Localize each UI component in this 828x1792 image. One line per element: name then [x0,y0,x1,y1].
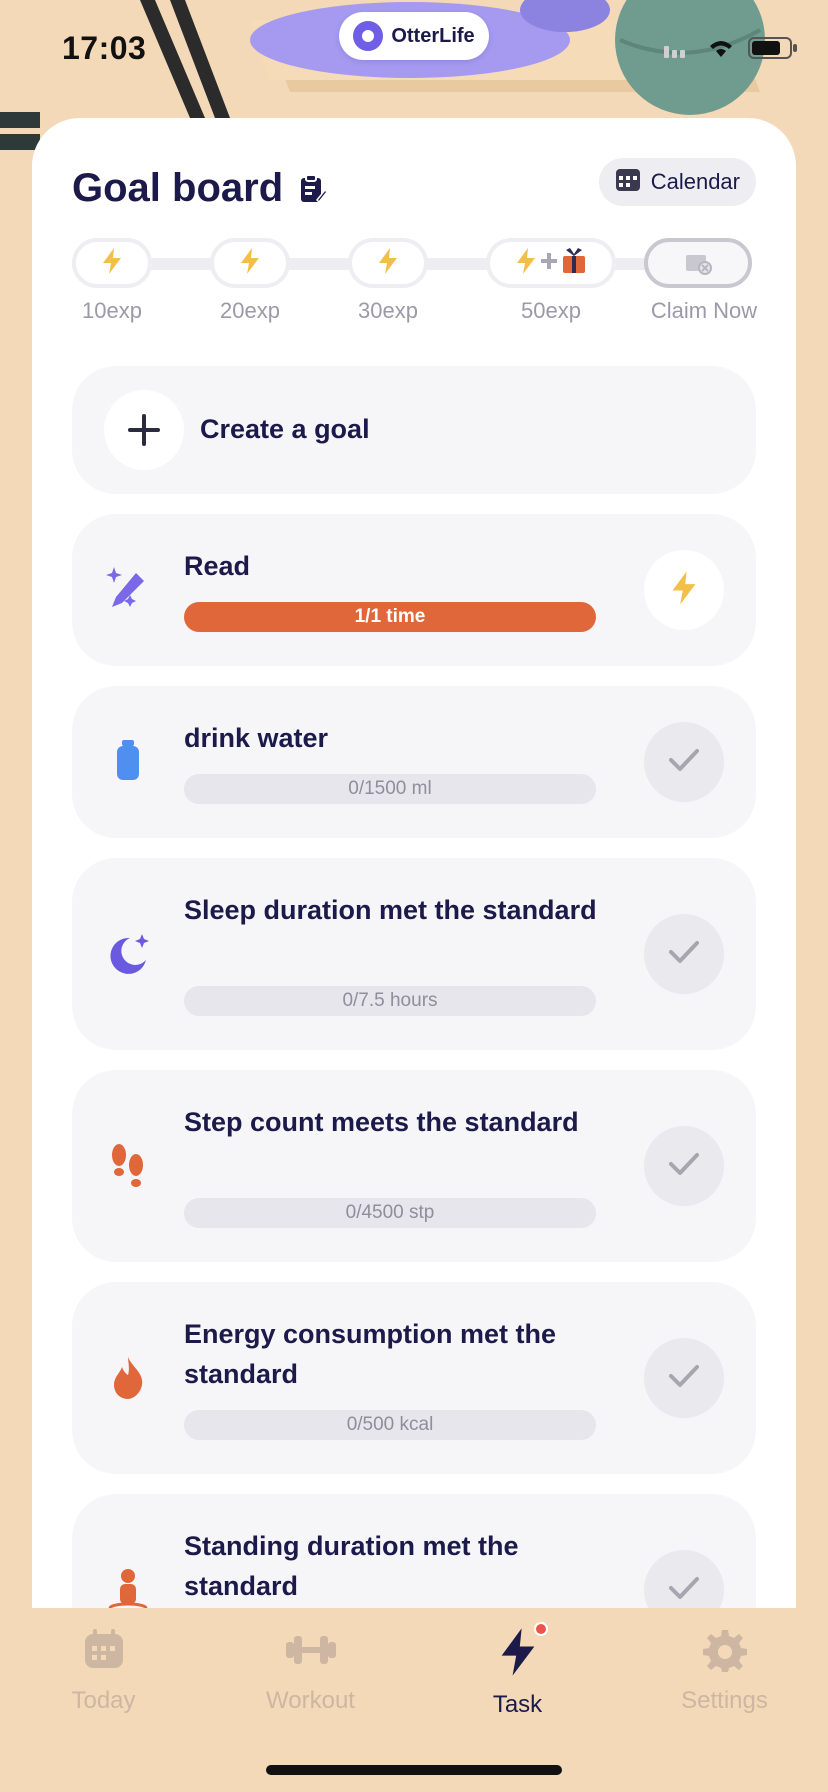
lightning-icon [498,1622,548,1681]
water-bottle-icon [104,736,152,784]
goal-progress-bar: 0/1500 ml [184,774,596,804]
gear-icon [702,1628,747,1677]
goal-progress-bar: 0/500 kcal [184,1410,596,1440]
tab-label: Settings [681,1687,768,1714]
goal-title: Step count meets the standard [184,1107,579,1137]
check-button[interactable] [644,722,724,802]
tab-today[interactable]: Today [0,1628,207,1715]
goal-progress-text: 1/1 time [354,606,426,627]
goal-title: Energy consumption met the standard [184,1319,557,1389]
milestone-30exp [348,238,428,288]
goal-board-header: Goal board Calendar [72,158,756,218]
otter-logo-icon [353,21,384,51]
brand-pill: OtterLife [339,12,489,60]
home-indicator [266,1765,562,1775]
page-title: Goal board [72,165,284,210]
check-button[interactable] [644,1126,724,1206]
milestone-label: 30exp [358,298,418,323]
flame-icon [104,1354,152,1402]
lightning-icon [377,247,399,279]
lightning-icon [239,247,261,279]
tab-label: Workout [266,1687,355,1714]
tab-task[interactable]: Task [414,1622,621,1719]
claim-now-button[interactable] [644,238,752,288]
moon-icon [104,930,152,978]
goal-card-standing[interactable]: Standing duration met the standard [72,1494,756,1608]
goal-card-sleep[interactable]: Sleep duration met the standard 0/7.5 ho… [72,858,756,1050]
calendar-button[interactable]: Calendar [598,158,756,206]
magic-pen-icon [104,564,152,612]
status-icons [664,36,798,65]
standing-person-icon [104,1566,152,1608]
goal-progress-text: 0/1500 ml [348,778,432,799]
goal-progress-bar: 1/1 time [184,602,596,632]
goal-card-energy[interactable]: Energy consumption met the standard 0/50… [72,1282,756,1474]
checkmark-icon [669,940,699,969]
calendar-icon [82,1628,126,1677]
tab-settings[interactable]: Settings [621,1628,828,1715]
goal-progress-bar: 0/4500 stp [184,1198,596,1228]
milestone-label: 10exp [82,298,142,323]
checkmark-icon [669,1364,699,1393]
calendar-label: Calendar [650,169,740,194]
milestone-10exp [72,238,152,288]
footprints-icon [104,1142,152,1190]
milestone-label: 20exp [220,298,280,323]
goal-title: drink water [184,723,329,753]
check-button[interactable] [644,1338,724,1418]
gift-box-icon [561,247,587,279]
gift-locked-icon [683,246,713,281]
milestone-50exp [486,238,616,288]
create-goal-label: Create a goal [200,414,370,444]
wifi-icon [706,37,736,64]
goal-card-drink-water[interactable]: drink water 0/1500 ml [72,686,756,838]
tab-workout[interactable]: Workout [207,1628,414,1715]
tab-label: Task [492,1691,543,1718]
brand-name: OtterLife [391,24,475,47]
goal-card-read[interactable]: Read 1/1 time [72,514,756,666]
plus-icon [104,390,184,470]
exp-tracker: 10exp 20exp 30exp 50exp Claim Now [72,238,762,338]
checkmark-icon [669,748,699,777]
signal-icon [664,38,694,63]
plus-icon [541,252,557,274]
calendar-icon [615,166,641,198]
claim-exp-button[interactable] [644,550,724,630]
lightning-icon [101,247,123,279]
lightning-icon [515,247,537,279]
goal-title: Standing duration met the standard [184,1531,519,1601]
milestone-20exp [210,238,290,288]
battery-icon [748,36,798,65]
goal-progress-text: 0/4500 stp [345,1202,435,1223]
check-button[interactable] [644,1550,724,1608]
tab-label: Today [71,1687,136,1714]
milestone-label: Claim Now [650,298,758,323]
lightning-icon [670,570,698,610]
check-button[interactable] [644,914,724,994]
create-goal-button[interactable]: Create a goal [72,366,756,494]
status-time: 17:03 [62,30,147,66]
goal-progress-bar: 0/7.5 hours [184,986,596,1016]
goal-progress-text: 0/7.5 hours [342,990,438,1011]
goal-title: Sleep duration met the standard [184,895,597,925]
milestone-label: 50exp [521,298,581,323]
goal-progress-text: 0/500 kcal [346,1414,434,1435]
goal-card-steps[interactable]: Step count meets the standard 0/4500 stp [72,1070,756,1262]
checkmark-icon [669,1152,699,1181]
checkmark-icon [669,1576,699,1605]
goal-title: Read [184,551,251,581]
dumbbell-icon [284,1628,338,1677]
goal-board-card: Goal board Calendar 10exp 20exp 30exp 50… [32,118,796,1608]
notification-dot [533,1622,548,1636]
clipboard-edit-icon[interactable] [299,174,329,204]
goal-list: Create a goal Read 1/1 time drink water … [72,366,756,1608]
